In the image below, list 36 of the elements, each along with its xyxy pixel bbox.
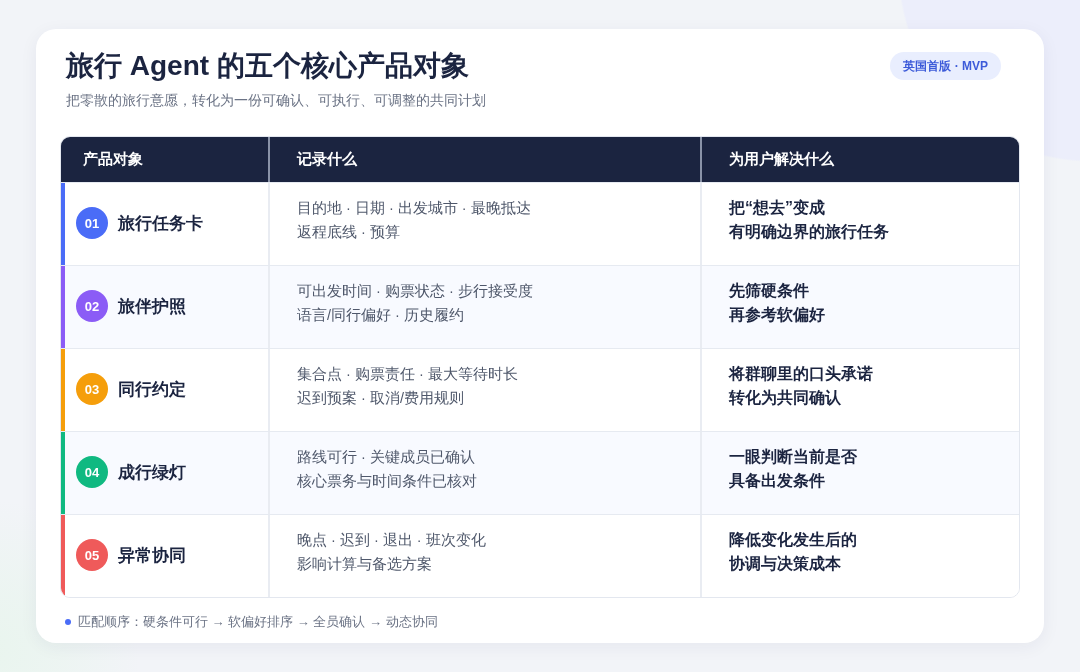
object-name: 异常协同 — [118, 544, 186, 567]
version-badge: 英国首版 · MVP — [890, 52, 1001, 80]
bullet-dot-icon — [65, 619, 71, 625]
column-header: 为用户解决什么 — [728, 149, 835, 169]
record-line: 集合点 · 购票责任 · 最大等待时长 — [297, 365, 518, 384]
solution-line: 把“想去”变成 — [729, 198, 825, 218]
number-badge: 03 — [76, 373, 108, 405]
solution-line: 一眼判断当前是否 — [729, 447, 857, 467]
number-badge: 05 — [76, 539, 108, 571]
record-line: 迟到预案 · 取消/费用规则 — [297, 389, 464, 408]
solution-line: 具备出发条件 — [729, 471, 825, 491]
record-line: 影响计算与备选方案 — [297, 555, 432, 574]
record-line: 可出发时间 · 购票状态 · 步行接受度 — [297, 282, 533, 301]
solution-line: 将群聊里的口头承诺 — [729, 364, 873, 384]
solution-line: 协调与决策成本 — [729, 554, 841, 574]
solution-line: 先筛硬条件 — [729, 281, 809, 301]
object-name: 成行绿灯 — [118, 461, 186, 484]
object-name: 旅伴护照 — [118, 295, 186, 318]
number-badge: 02 — [76, 290, 108, 322]
number-badge: 04 — [76, 456, 108, 488]
object-name: 同行约定 — [118, 378, 186, 401]
solution-line: 转化为共同确认 — [729, 388, 841, 408]
footer-note: 匹配顺序：硬条件可行 → 软偏好排序 → 全员确认 → 动态协同 — [78, 613, 438, 631]
solution-line: 再参考软偏好 — [729, 305, 825, 325]
solution-line: 有明确边界的旅行任务 — [729, 222, 889, 242]
record-line: 语言/同行偏好 · 历史履约 — [297, 306, 464, 325]
page-title: 旅行 Agent 的五个核心产品对象 — [66, 49, 470, 83]
page-subtitle: 把零散的旅行意愿，转化为一份可确认、可执行、可调整的共同计划 — [66, 91, 486, 110]
solution-line: 降低变化发生后的 — [729, 530, 857, 550]
record-line: 晚点 · 迟到 · 退出 · 班次变化 — [297, 531, 486, 550]
record-line: 路线可行 · 关键成员已确认 — [297, 448, 475, 467]
number-badge: 01 — [76, 207, 108, 239]
object-name: 旅行任务卡 — [118, 212, 203, 235]
record-line: 核心票务与时间条件已核对 — [297, 472, 477, 491]
record-line: 目的地 · 日期 · 出发城市 · 最晚抵达 — [297, 199, 531, 218]
record-line: 返程底线 · 预算 — [297, 223, 400, 242]
